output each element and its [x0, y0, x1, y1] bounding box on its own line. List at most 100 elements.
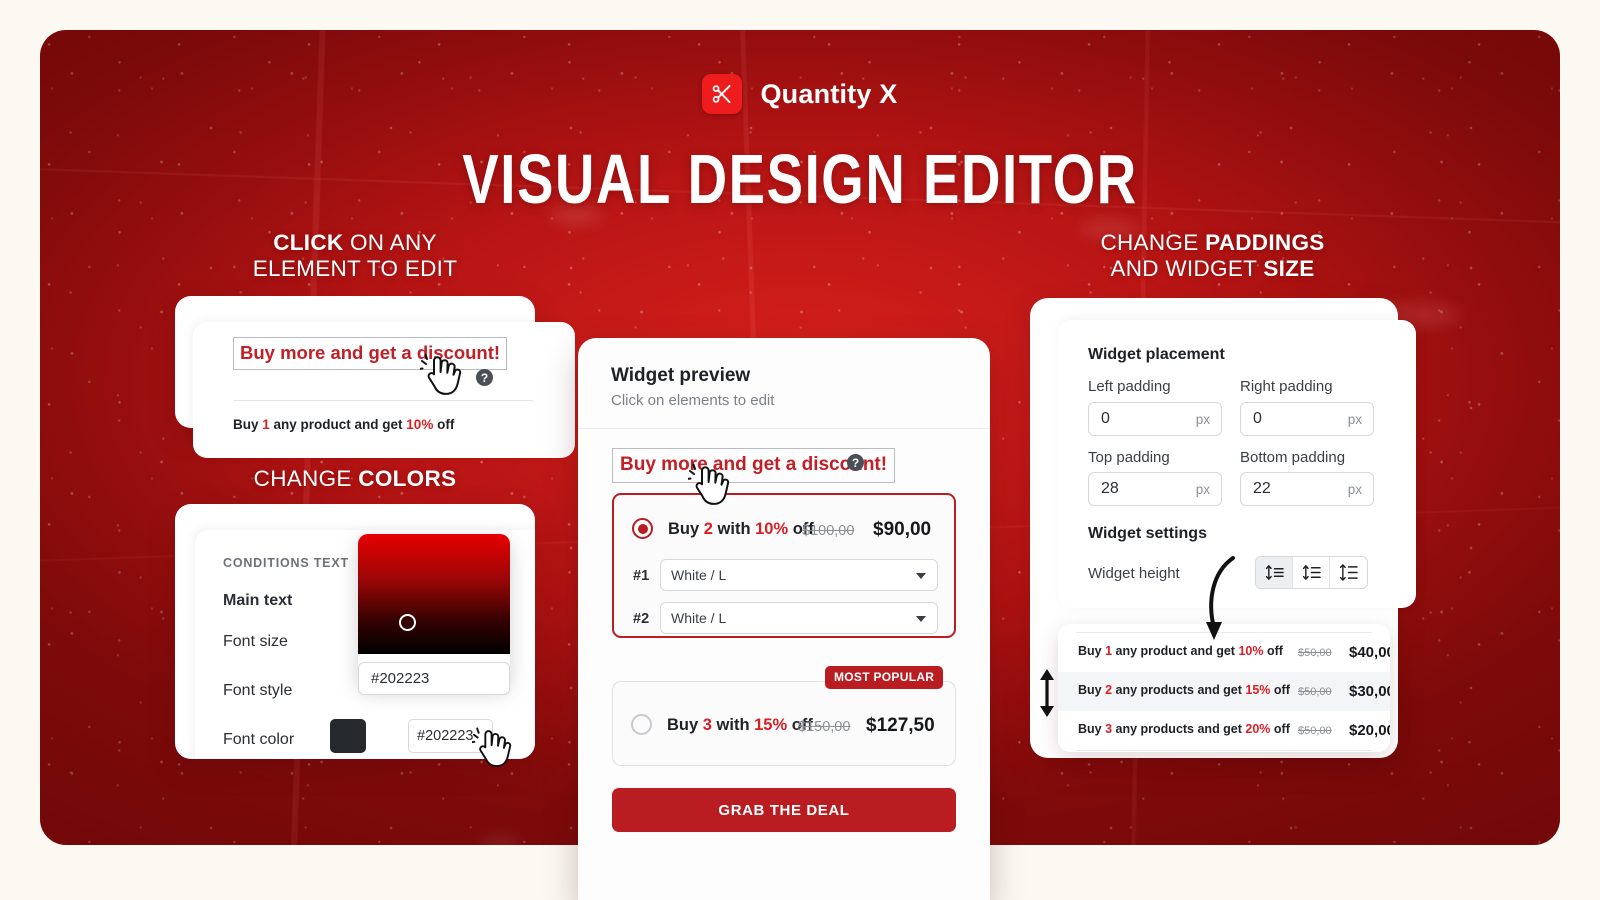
chevron-down-icon[interactable]	[916, 573, 926, 579]
tl2-middle: any products and get	[1112, 683, 1246, 697]
tier-option-plain[interactable]: Buy 3 with 15% off $150,00 $127,50	[612, 681, 956, 766]
question-mark-icon[interactable]: ?	[847, 454, 864, 471]
condition-qty: 1	[262, 417, 270, 432]
condition-middle: any product and get	[269, 417, 407, 432]
page-title: VISUAL DESIGN EDITOR	[462, 140, 1138, 218]
tier-list-row-3-text: Buy 3 any products and get 20% off	[1078, 722, 1290, 736]
tl3-pct: 20%	[1245, 722, 1271, 736]
kicker-change-colors: CHANGE COLORS	[175, 466, 535, 492]
color-picker-popover[interactable]: #202223	[358, 534, 510, 695]
tier-list-row-1-price-new: $40,00	[1349, 644, 1390, 661]
list-item[interactable]: Buy 2 any products and get 15% off $50,0…	[1058, 672, 1390, 711]
variant-label-2: #2	[633, 611, 650, 627]
tier-prefix: Buy	[668, 520, 704, 538]
tl1-qty: 1	[1105, 644, 1113, 658]
prop-main-text[interactable]: Main text	[223, 592, 292, 610]
input-left-padding-unit: px	[1195, 412, 1210, 427]
input-bottom-padding[interactable]: 22 px	[1240, 472, 1374, 506]
tl3-qty: 3	[1105, 722, 1113, 736]
tier-qty: 2	[703, 520, 713, 538]
edit-text-card-inner: Buy more and get a discount! ? Buy 1 any…	[193, 322, 575, 458]
screenshot-root: Quantity X VISUAL DESIGN EDITOR CLICK ON…	[0, 0, 1600, 900]
input-left-padding[interactable]: 0 px	[1088, 402, 1222, 436]
prop-font-color[interactable]: Font color	[223, 731, 294, 749]
hex-input-popover[interactable]: #202223	[358, 662, 510, 695]
radio-empty-icon[interactable]	[631, 714, 652, 735]
label-top-padding: Top padding	[1088, 449, 1170, 466]
tl1-middle: any product and get	[1112, 644, 1239, 658]
chevron-down-icon[interactable]	[916, 616, 926, 622]
kicker-left-line2: ELEMENT TO EDIT	[252, 256, 458, 281]
tier2-pct: 15%	[754, 716, 788, 734]
widget-height-segmented-control[interactable]	[1255, 556, 1368, 589]
group-title-widget-settings: Widget settings	[1088, 525, 1207, 542]
group-title-widget-placement: Widget placement	[1088, 346, 1225, 363]
condition-line: Buy 1 any product and get 10% off	[233, 417, 454, 432]
tier-selected-price-old: $100,00	[802, 523, 855, 539]
tier-list-row-2-price-old: $50,00	[1298, 686, 1332, 698]
kicker-right-c: AND WIDGET	[1110, 256, 1264, 281]
variant-select-1-value: White / L	[671, 567, 727, 583]
input-right-padding[interactable]: 0 px	[1240, 402, 1374, 436]
tier2-qty: 3	[702, 716, 712, 734]
tier-list-row-3-price-old: $50,00	[1298, 725, 1332, 737]
tl1-prefix: Buy	[1078, 644, 1106, 658]
tier-option-selected[interactable]: Buy 2 with 10% off $100,00 $90,00 #1 Whi…	[612, 493, 956, 638]
label-bottom-padding: Bottom padding	[1240, 449, 1346, 466]
kicker-colors-strong: COLORS	[358, 466, 457, 491]
brand-name: Quantity X	[760, 78, 898, 109]
question-mark-icon[interactable]: ?	[476, 369, 493, 386]
variant-select-2[interactable]: White / L	[660, 602, 938, 634]
input-top-padding[interactable]: 28 px	[1088, 472, 1222, 506]
status-badge-most-popular: MOST POPULAR	[825, 666, 944, 689]
kicker-right-a: CHANGE	[1100, 230, 1206, 255]
tl2-suffix: off	[1270, 683, 1290, 697]
editable-headline[interactable]: Buy more and get a discount!	[233, 337, 508, 370]
tl2-prefix: Buy	[1078, 683, 1106, 697]
condition-prefix: Buy	[233, 417, 263, 432]
line-height-medium-icon[interactable]	[1293, 557, 1330, 588]
tier2-prefix: Buy	[667, 716, 703, 734]
prop-font-size[interactable]: Font size	[223, 633, 288, 651]
preview-subtitle: Click on elements to edit	[611, 392, 775, 409]
color-handle-icon[interactable]	[399, 614, 416, 631]
input-right-padding-value: 0	[1253, 410, 1262, 427]
variant-label-1: #1	[633, 568, 650, 584]
prop-font-style[interactable]: Font style	[223, 682, 292, 700]
tier-list-row-1-text: Buy 1 any product and get 10% off	[1078, 644, 1283, 658]
label-left-padding: Left padding	[1088, 378, 1171, 395]
line-height-compact-icon[interactable]	[1256, 557, 1293, 588]
input-right-padding-unit: px	[1347, 412, 1362, 427]
list-item[interactable]: Buy 3 any products and get 20% off $50,0…	[1058, 711, 1390, 750]
kicker-change-paddings: CHANGE PADDINGS AND WIDGET SIZE	[1030, 230, 1395, 282]
tl3-suffix: off	[1270, 722, 1290, 736]
radio-selected-icon[interactable]	[632, 518, 653, 539]
list-item[interactable]: Buy 1 any product and get 10% off $50,00…	[1058, 633, 1390, 672]
kicker-left-rest: ON ANY	[343, 230, 437, 255]
input-top-padding-value: 28	[1101, 480, 1119, 497]
tier-plain-text: Buy 3 with 15% off	[667, 716, 813, 735]
color-swatch-chip[interactable]	[330, 719, 366, 753]
widget-preview-card: Widget preview Click on elements to edit…	[578, 338, 990, 900]
section-label-conditions-text: CONDITIONS TEXT	[223, 556, 349, 570]
input-bottom-padding-unit: px	[1347, 482, 1362, 497]
tier-list-row-2-text: Buy 2 any products and get 15% off	[1078, 683, 1290, 697]
kicker-left-strong: CLICK	[273, 230, 344, 255]
preview-divider	[578, 428, 990, 429]
grab-the-deal-button[interactable]: GRAB THE DEAL	[612, 788, 956, 832]
widget-settings-inner: Widget placement Left padding 0 px Right…	[1058, 320, 1416, 608]
condition-suffix: off	[433, 417, 455, 432]
input-bottom-padding-value: 22	[1253, 480, 1271, 497]
line-height-spacious-icon[interactable]	[1330, 557, 1367, 588]
condition-pct: 10%	[406, 417, 434, 432]
tier2-middle: with	[711, 716, 755, 734]
tl2-qty: 2	[1105, 683, 1113, 697]
color-saturation-value-area[interactable]	[358, 534, 510, 654]
tl3-middle: any products and get	[1112, 722, 1246, 736]
tier-list-row-3-price-new: $20,00	[1349, 722, 1390, 739]
hex-input-row[interactable]: #202223	[408, 719, 493, 753]
tier-pct: 10%	[755, 520, 789, 538]
variant-select-1[interactable]: White / L	[660, 559, 938, 591]
input-left-padding-value: 0	[1101, 410, 1110, 427]
variant-select-2-value: White / L	[671, 610, 727, 626]
